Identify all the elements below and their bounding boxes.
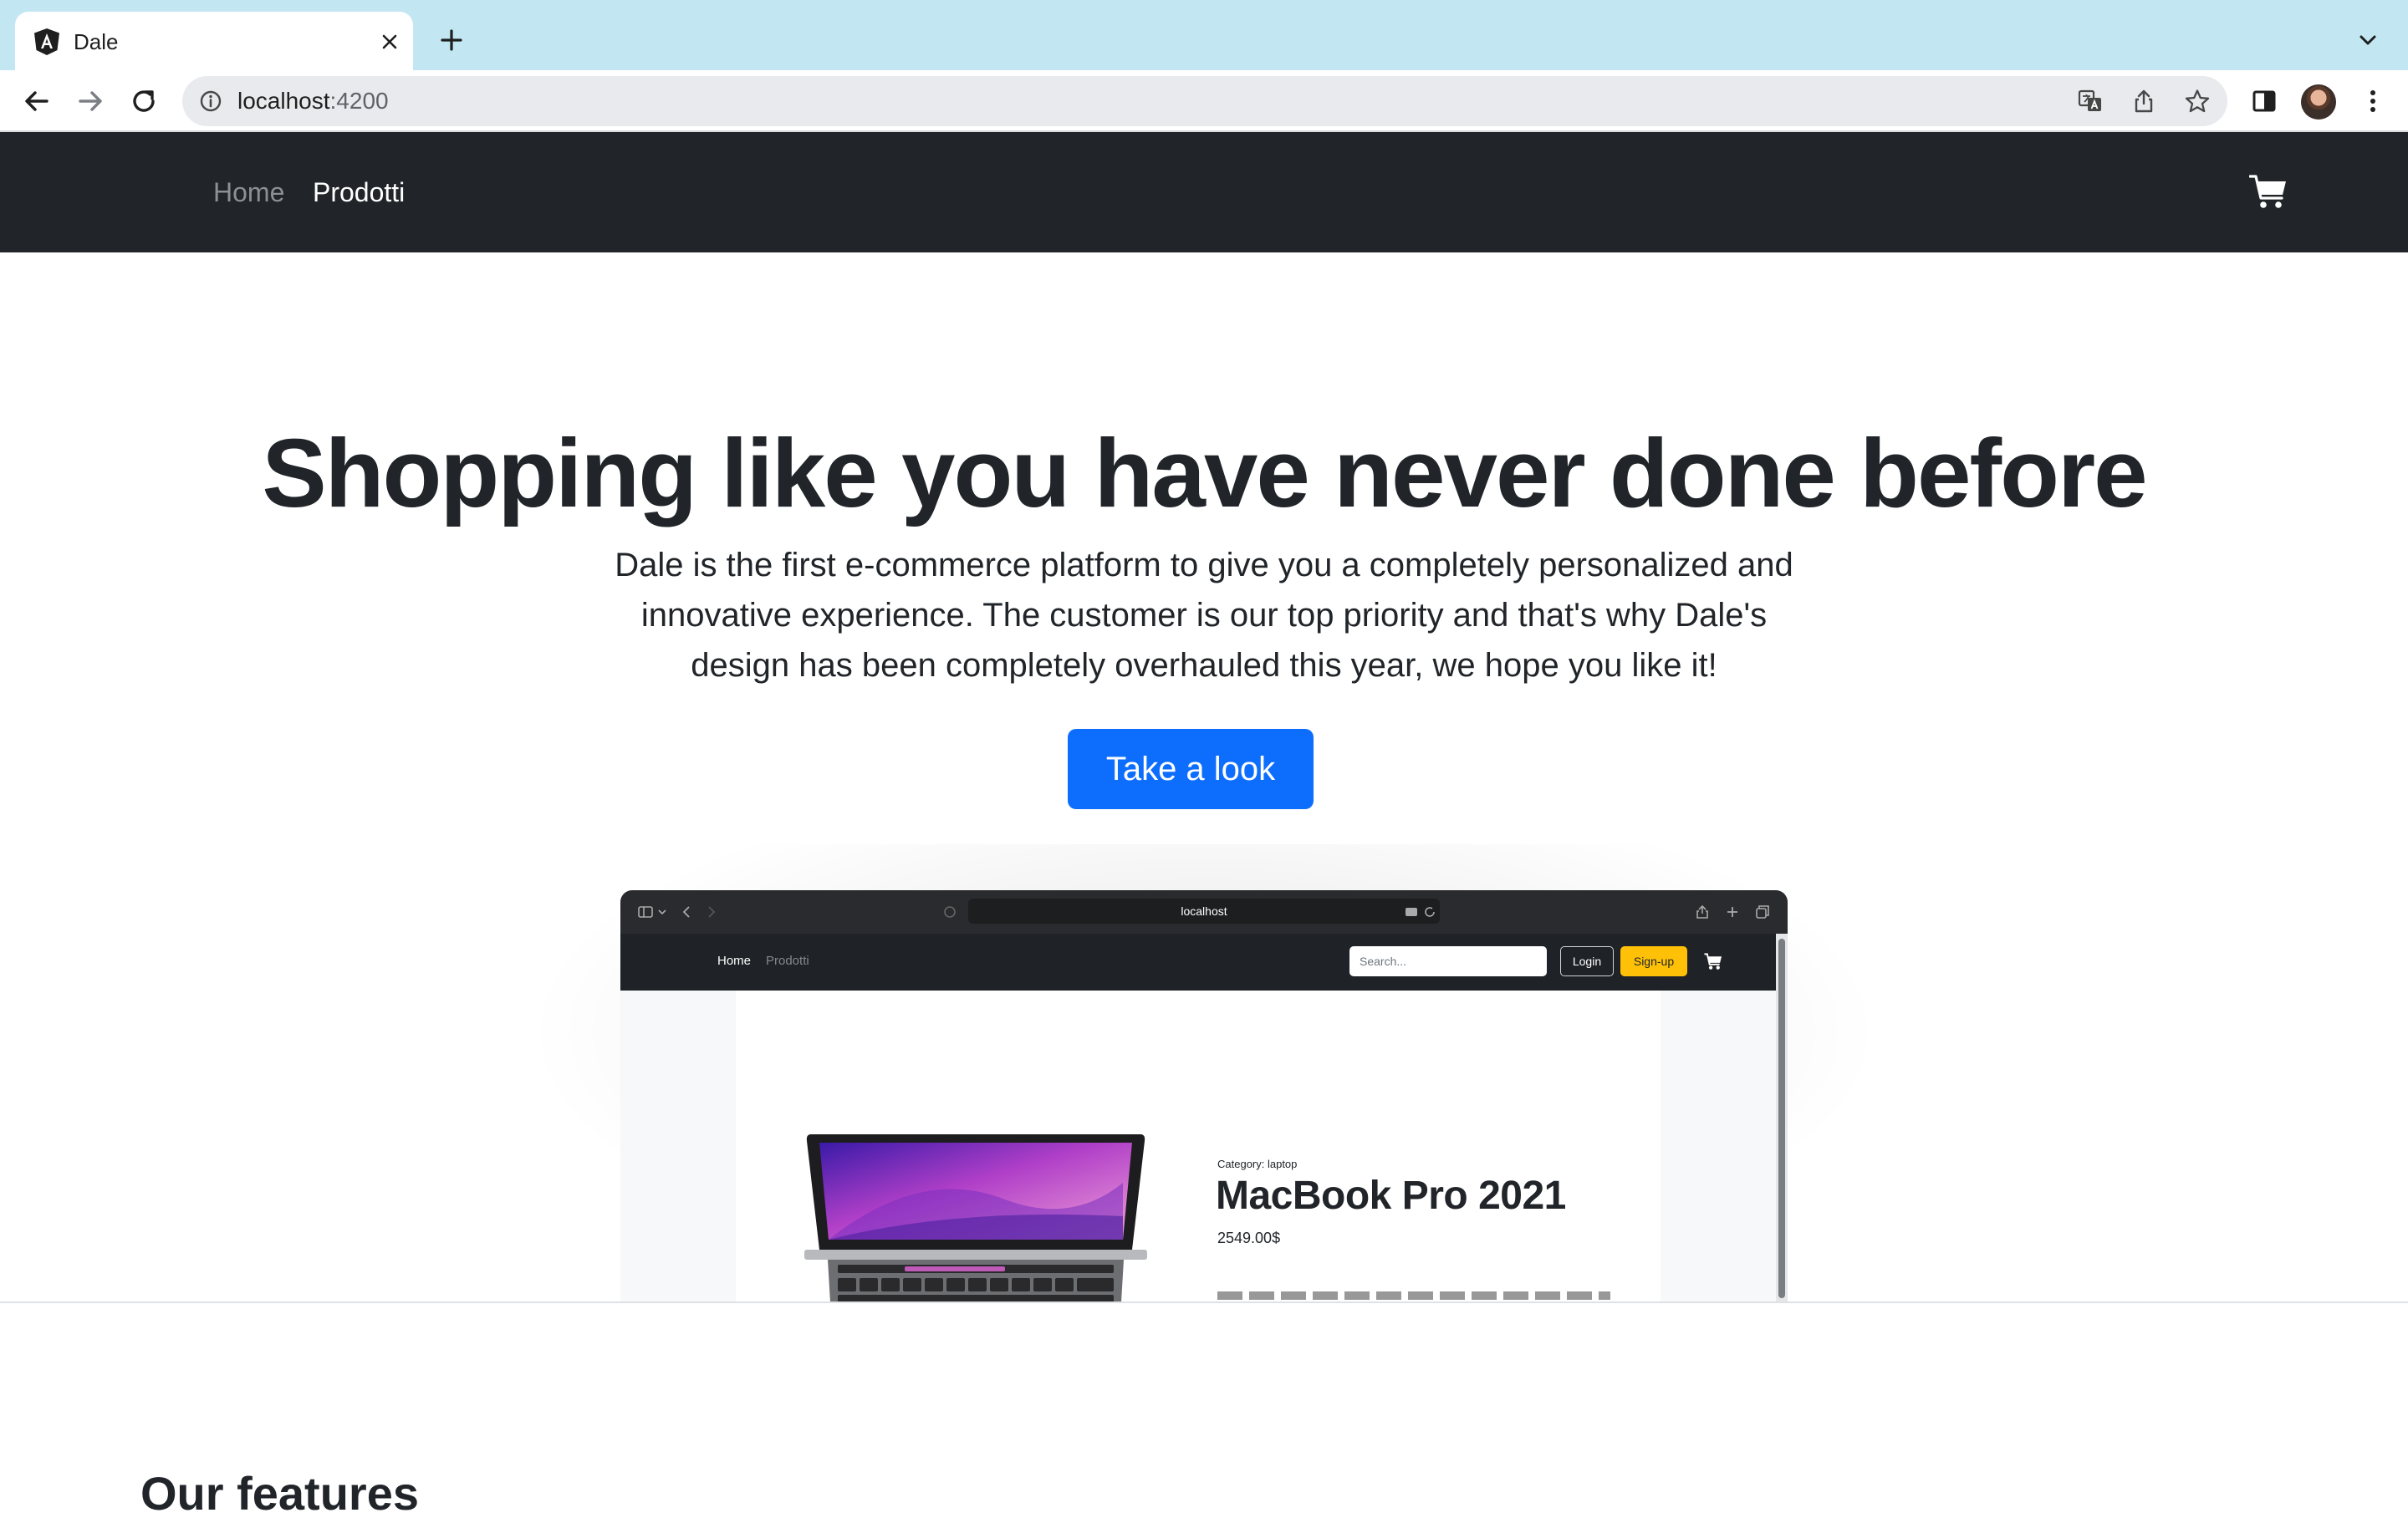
preview-login-button: Login [1560,946,1614,976]
forward-icon[interactable] [74,84,107,118]
url-port: :4200 [329,88,389,114]
browser-toolbar: localhost:4200 [0,70,2408,132]
features-heading: Our features [140,1467,419,1520]
preview-translate-icon [1406,908,1417,916]
translate-icon[interactable] [2077,88,2104,115]
preview-browser-chrome: localhost [620,890,1788,934]
tab-search-chevron-icon[interactable] [2354,27,2381,53]
nav-link-home[interactable]: Home [213,176,284,209]
preview-back-icon [682,906,690,918]
preview-privacy-icon [944,906,956,918]
preview-product-name: MacBook Pro 2021 [1216,1174,1566,1218]
url-text: localhost:4200 [237,88,389,115]
more-menu-icon[interactable] [2356,84,2390,118]
hero-title: Shopping like you have never done before [262,419,2147,527]
macbook-laptop-image [804,1134,1147,1302]
preview-product-description [1217,1291,1610,1300]
url-host: localhost [237,88,330,114]
site-navbar: Home Prodotti [0,132,2408,252]
preview-chevron-down-icon [658,909,666,915]
new-tab-icon[interactable] [435,23,468,57]
preview-sidebar-icon [638,906,653,918]
product-preview-image: localhost Home Prodotti Search... Login … [620,890,1788,1302]
cart-icon[interactable] [2249,172,2288,211]
reload-icon[interactable] [127,84,161,118]
nav-link-prodotti[interactable]: Prodotti [313,176,405,209]
site-info-icon[interactable] [199,89,222,113]
section-divider [0,1301,2408,1303]
close-tab-icon[interactable] [378,30,401,53]
tab-title: Dale [74,29,119,54]
angular-logo-icon [34,28,59,55]
preview-reload-icon [1425,907,1435,917]
preview-search-input: Search... [1349,946,1547,976]
preview-new-tab-icon [1727,907,1737,917]
preview-url-bar: localhost [968,899,1440,924]
hero-lead-text: Dale is the first e-commerce platform to… [615,547,1793,684]
preview-scrollbar-thumb [1778,939,1785,1298]
preview-nav-prodotti: Prodotti [766,954,809,968]
preview-site-navbar: Home Prodotti Search... Login Sign-up [620,934,1776,991]
profile-avatar[interactable] [2301,84,2336,120]
preview-signup-button: Sign-up [1620,946,1687,976]
preview-forward-icon [708,906,716,918]
preview-nav-home: Home [717,954,752,968]
preview-product-card: Category: laptop MacBook Pro 2021 2549.0… [736,991,1661,1302]
preview-scrollbar [1776,934,1788,1302]
browser-tab-strip: Dale [0,0,2408,72]
address-bar[interactable]: localhost:4200 [182,76,2227,126]
side-panel-icon[interactable] [2247,84,2281,118]
share-icon[interactable] [2130,88,2157,115]
browser-tab[interactable]: Dale [15,12,413,72]
preview-cart-icon [1704,953,1722,970]
preview-product-category: Category: laptop [1217,1158,1298,1170]
preview-product-price: 2549.00$ [1217,1230,1281,1246]
take-a-look-button[interactable]: Take a look [1068,729,1314,809]
back-icon[interactable] [20,84,54,118]
preview-share-icon [1696,904,1708,919]
preview-tabs-icon [1756,905,1769,919]
bookmark-star-icon[interactable] [2184,88,2211,115]
